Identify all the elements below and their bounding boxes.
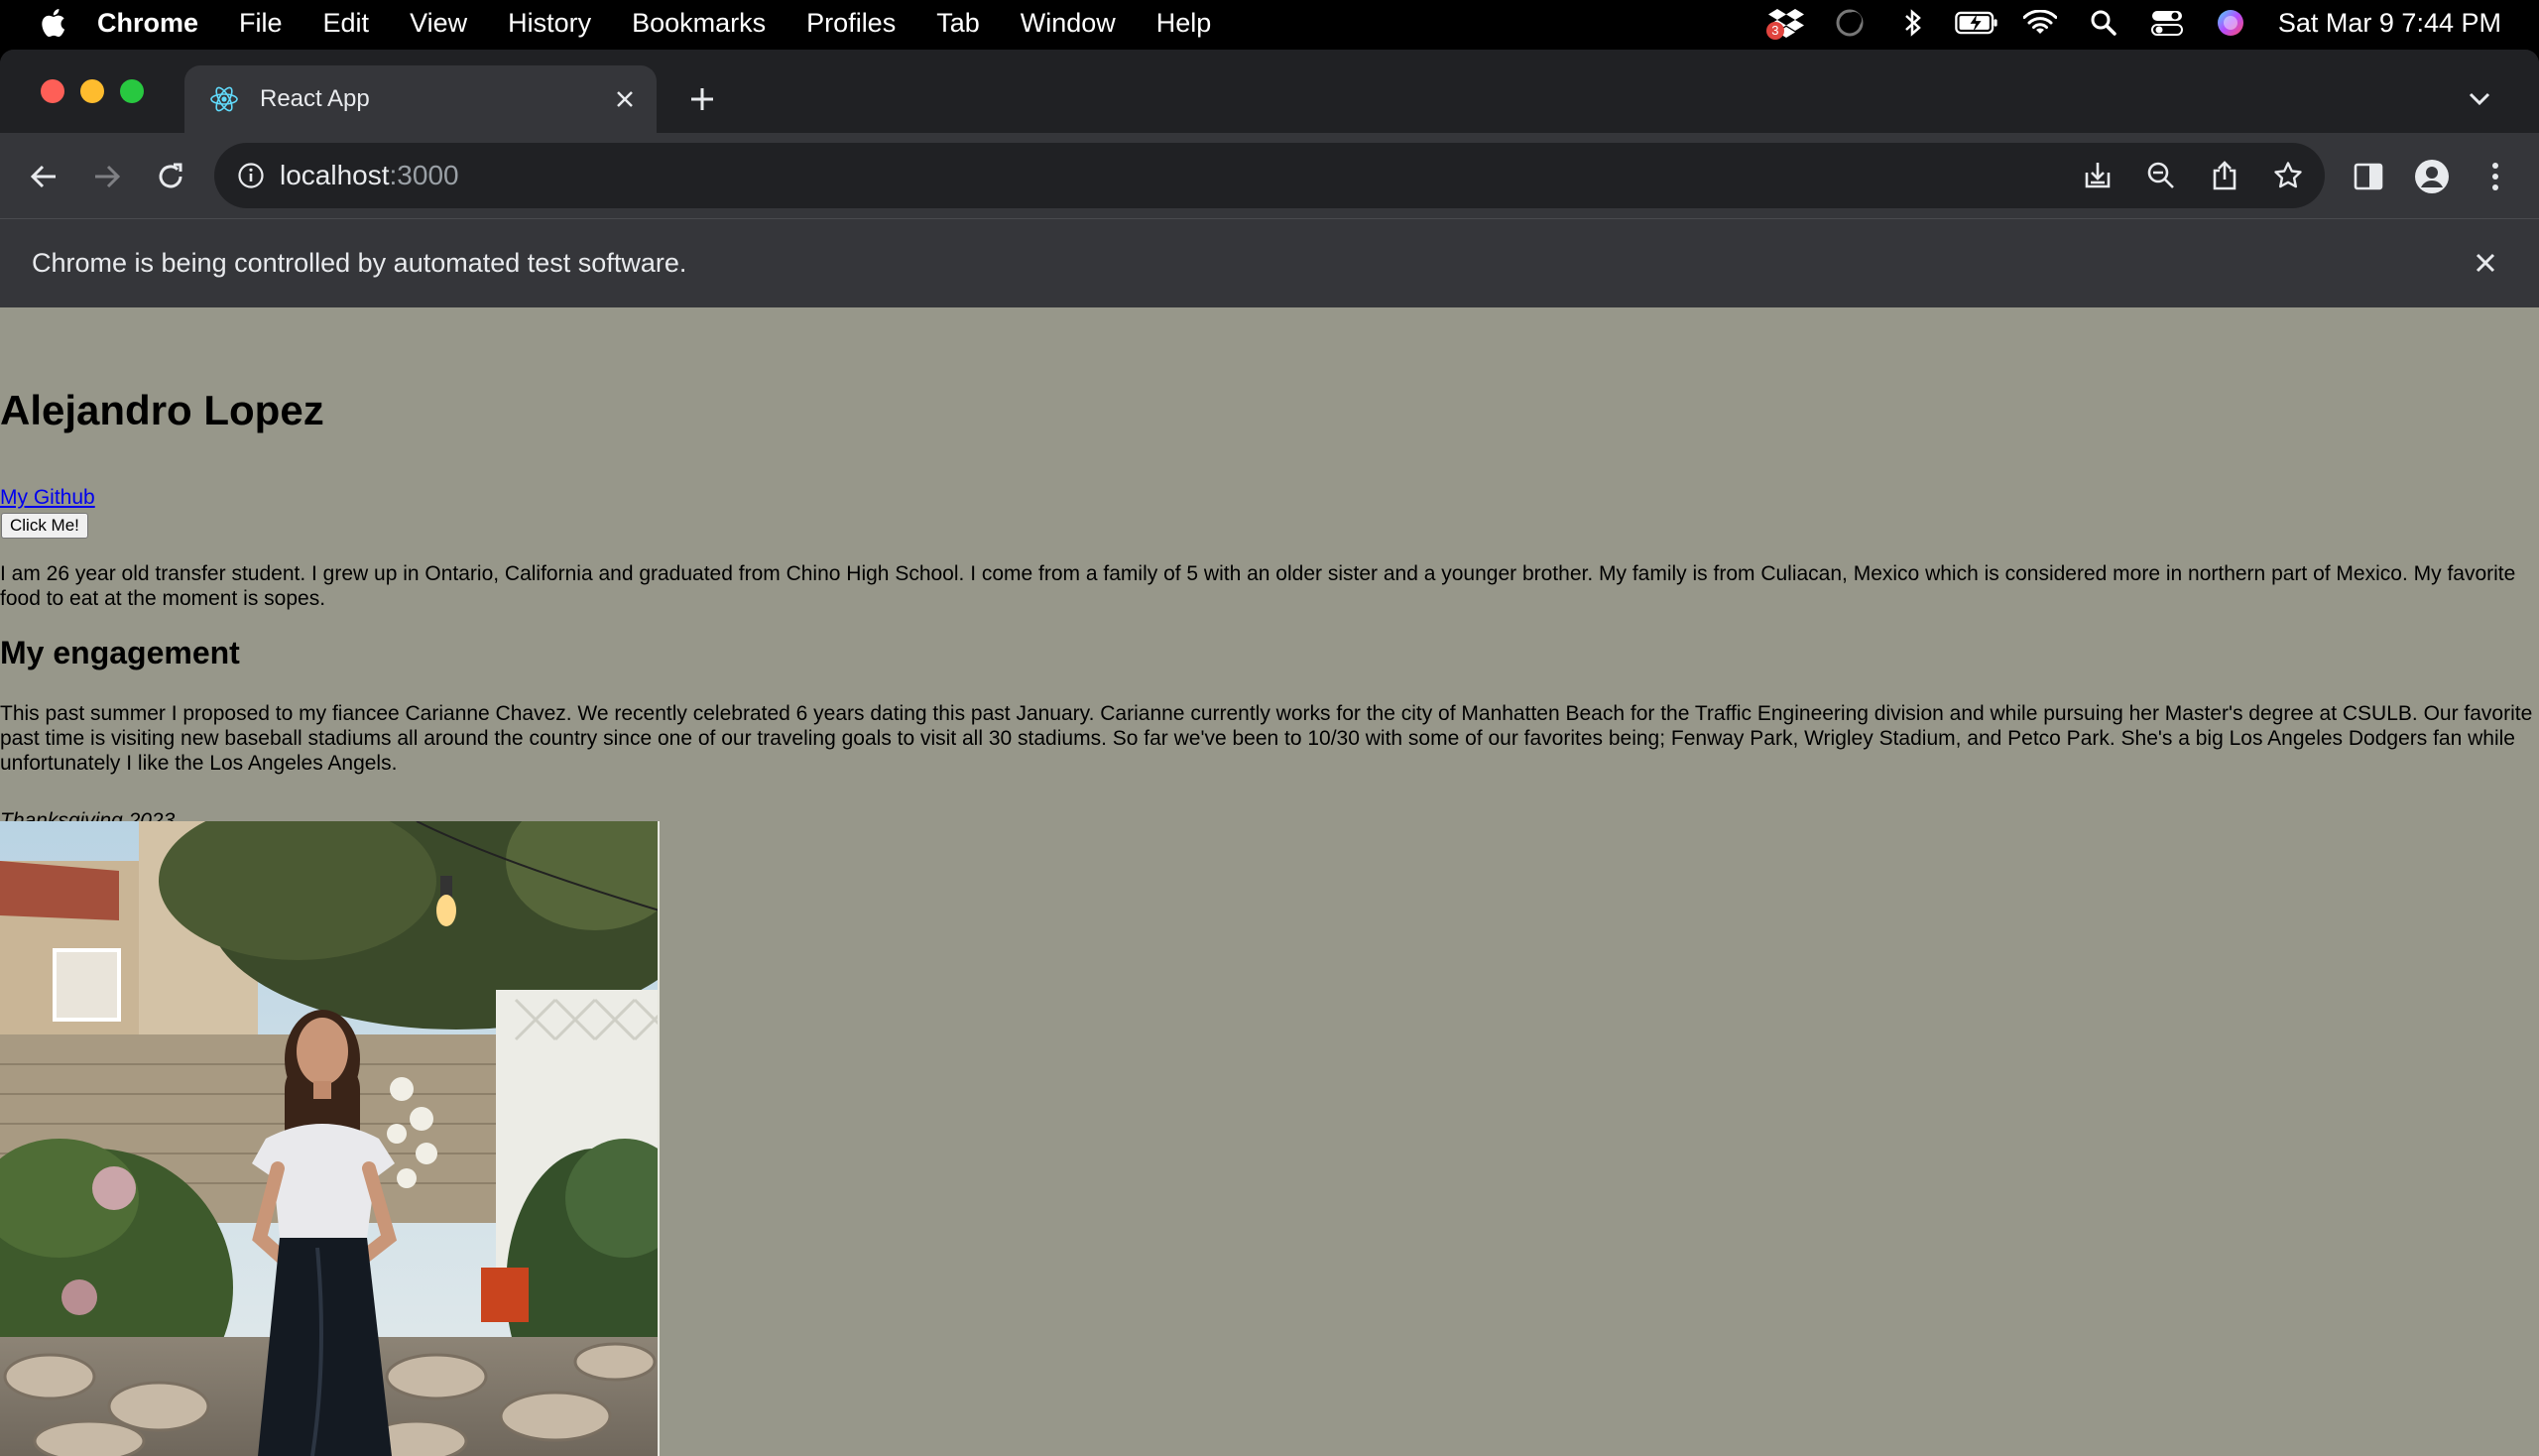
close-tab-icon[interactable]	[607, 81, 643, 117]
menu-bookmarks[interactable]: Bookmarks	[632, 8, 766, 39]
back-arrow-icon[interactable]	[22, 155, 65, 198]
zoom-out-icon[interactable]	[2140, 155, 2182, 196]
close-infobar-icon[interactable]	[2466, 243, 2505, 283]
bio-paragraph: I am 26 year old transfer student. I gre…	[0, 562, 2516, 610]
apple-menu-icon[interactable]	[38, 8, 67, 38]
siri-icon[interactable]	[2209, 0, 2252, 46]
click-me-button[interactable]: Click Me!	[1, 513, 88, 539]
tab-search-chevron-down-icon[interactable]	[2460, 79, 2499, 119]
dropbox-badge: 3	[1765, 22, 1784, 40]
engagement-heading: My engagement	[0, 635, 240, 670]
battery-icon[interactable]	[1955, 0, 1998, 46]
url-text[interactable]: localhost:3000	[280, 160, 459, 191]
reload-icon[interactable]	[149, 155, 192, 198]
dropbox-icon[interactable]: 3	[1764, 0, 1808, 46]
menu-profiles[interactable]: Profiles	[806, 8, 896, 39]
side-panel-icon[interactable]	[2347, 155, 2390, 198]
minimize-window-button[interactable]	[80, 79, 104, 103]
share-icon[interactable]	[2204, 155, 2245, 196]
profile-avatar-icon[interactable]	[2410, 155, 2454, 198]
forward-arrow-icon[interactable]	[85, 155, 129, 198]
wifi-icon[interactable]	[2018, 0, 2062, 46]
react-logo-icon	[208, 83, 240, 115]
menu-app-name[interactable]: Chrome	[97, 8, 198, 39]
new-tab-plus-icon[interactable]	[682, 79, 722, 119]
page-title: Alejandro Lopez	[0, 387, 324, 433]
menu-window[interactable]: Window	[1021, 8, 1116, 39]
tab-react-app[interactable]: React App	[184, 65, 657, 133]
page-content: Alejandro Lopez My Github Click Me! I am…	[0, 307, 2539, 1456]
tab-strip: React App	[0, 50, 2539, 133]
menu-help[interactable]: Help	[1156, 8, 1212, 39]
infobar-message: Chrome is being controlled by automated …	[32, 248, 687, 278]
site-info-icon[interactable]	[236, 161, 266, 190]
engagement-paragraph: This past summer I proposed to my fiance…	[0, 702, 2533, 775]
fullscreen-window-button[interactable]	[120, 79, 144, 103]
address-bar[interactable]: localhost:3000	[214, 143, 2325, 208]
menu-edit[interactable]: Edit	[323, 8, 370, 39]
spotlight-search-icon[interactable]	[2082, 0, 2125, 46]
menu-history[interactable]: History	[508, 8, 591, 39]
browser-toolbar: localhost:3000	[0, 133, 2539, 218]
bookmark-star-icon[interactable]	[2267, 155, 2309, 196]
menu-file[interactable]: File	[239, 8, 283, 39]
tab-title: React App	[260, 85, 370, 112]
github-link[interactable]: My Github	[0, 486, 95, 510]
chrome-window: React App localhost:3000 Chrome is being…	[0, 50, 2539, 1456]
more-options-kebab-icon[interactable]	[2474, 155, 2517, 198]
control-center-icon[interactable]	[2145, 0, 2189, 46]
bluetooth-icon[interactable]	[1891, 0, 1935, 46]
thanksgiving-photo	[0, 821, 660, 1456]
url-host: localhost	[280, 160, 390, 190]
macos-menu-bar: Chrome File Edit View History Bookmarks …	[0, 0, 2539, 46]
focus-moon-icon[interactable]	[1828, 0, 1872, 46]
automation-infobar: Chrome is being controlled by automated …	[0, 218, 2539, 307]
menu-view[interactable]: View	[410, 8, 467, 39]
menubar-clock[interactable]: Sat Mar 9 7:44 PM	[2278, 8, 2501, 39]
install-app-icon[interactable]	[2077, 155, 2118, 196]
url-port: :3000	[389, 160, 459, 190]
menu-tab[interactable]: Tab	[936, 8, 980, 39]
close-window-button[interactable]	[41, 79, 64, 103]
